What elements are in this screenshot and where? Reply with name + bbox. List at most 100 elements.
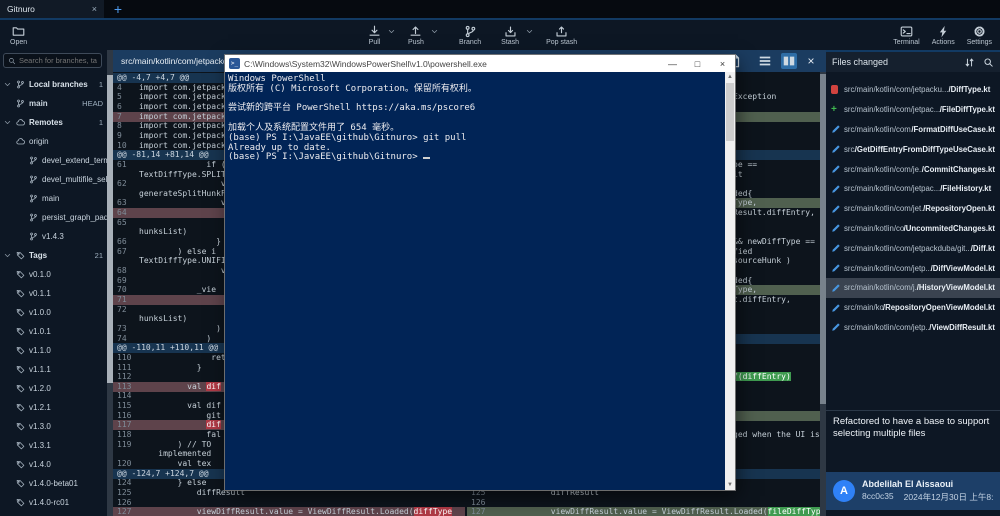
- powershell-scrollbar-thumb[interactable]: [726, 83, 734, 141]
- sidebar-item-label: v1.1.1: [29, 365, 107, 374]
- tag-icon: [16, 403, 25, 412]
- sidebar-item-persist-graph-padding[interactable]: persist_graph_padding: [0, 208, 107, 227]
- sidebar-item-v0-1-1[interactable]: v0.1.1: [0, 284, 107, 303]
- sort-icon[interactable]: [964, 57, 975, 68]
- line-number: 8: [113, 121, 139, 131]
- settings-label: Settings: [967, 39, 992, 46]
- sidebar-item-v1-1-0[interactable]: v1.1.0: [0, 341, 107, 360]
- file-row-filedifftype-kt[interactable]: +src/main/kotlin/com/jetpac.../FileDiffT…: [826, 100, 1000, 120]
- actions-label: Actions: [932, 39, 955, 46]
- file-name: /UncommitedChanges.kt: [904, 224, 995, 233]
- file-row-repositoryopenviewmodel-kt[interactable]: src/main/ko.../RepositoryOpenViewModel.k…: [826, 298, 1000, 318]
- search-icon[interactable]: [983, 57, 994, 68]
- deleted-status-icon: [831, 84, 844, 95]
- powershell-scrollbar[interactable]: ▲ ▼: [725, 72, 735, 490]
- sidebar-item-v1-4-0-rc01[interactable]: v1.4.0-rc01: [0, 493, 107, 512]
- branch-search-box[interactable]: [3, 53, 102, 68]
- sidebar-item-v1-2-1[interactable]: v1.2.1: [0, 398, 107, 417]
- added-status-icon: +: [831, 104, 844, 115]
- close-diff-button[interactable]: ×: [803, 53, 819, 69]
- scroll-up-icon[interactable]: ▲: [725, 72, 735, 82]
- sidebar-item-origin[interactable]: origin: [0, 132, 107, 151]
- actions-button[interactable]: Actions: [932, 25, 955, 46]
- sidebar-item-v1-1-1[interactable]: v1.1.1: [0, 360, 107, 379]
- file-row-uncommitedchanges-kt[interactable]: src/main/kotlin/co.../UncommitedChanges.…: [826, 219, 1000, 239]
- split-view-button[interactable]: [781, 53, 797, 69]
- powershell-title-bar[interactable]: >_ C:\Windows\System32\WindowsPowerShell…: [225, 55, 735, 72]
- pull-dropdown-button[interactable]: [387, 27, 396, 36]
- file-row-repositoryopen-kt[interactable]: src/main/kotlin/com/jet.../RepositoryOpe…: [826, 199, 1000, 219]
- sidebar-item-devel-extend-terminal[interactable]: devel_extend_terminal: [0, 151, 107, 170]
- tab-close-icon[interactable]: ×: [92, 4, 97, 14]
- sidebar-section-tags[interactable]: Tags21: [0, 246, 107, 265]
- line-number: 124: [113, 478, 139, 488]
- file-row-diff-kt[interactable]: src/main/kotlin/com/jetpackduba/git.../D…: [826, 238, 1000, 258]
- file-row-viewdiffresult-kt[interactable]: src/main/kotlin/com/jetp.../ViewDiffResu…: [826, 318, 1000, 338]
- diff-line: 126: [113, 498, 465, 508]
- branch-search-input[interactable]: [19, 56, 97, 65]
- file-row-commitchanges-kt[interactable]: src/main/kotlin/com/je.../CommitChanges.…: [826, 159, 1000, 179]
- tag-icon: [16, 365, 25, 374]
- stash-dropdown-button[interactable]: [525, 27, 534, 36]
- sidebar-item-devel-multifile-selection[interactable]: devel_multifile_selection: [0, 170, 107, 189]
- diff-line: 127 viewDiffResult.value = ViewDiffResul…: [113, 507, 465, 516]
- sidebar-item-v0-1-0[interactable]: v0.1.0: [0, 265, 107, 284]
- file-path: src/main/kotlin/com/jetpac...: [844, 105, 940, 114]
- sidebar-section-remotes[interactable]: Remotes1: [0, 113, 107, 132]
- branch-icon: [16, 80, 25, 89]
- line-number: 72: [113, 305, 139, 315]
- sidebar-item-v1-4-1[interactable]: v1.4.1: [0, 512, 107, 516]
- pop-stash-button[interactable]: Pop stash: [546, 25, 577, 46]
- commit-hash: 8cc0c35: [862, 491, 894, 503]
- stash-icon: [504, 25, 517, 38]
- sidebar-item-v1-4-3[interactable]: v1.4.3: [0, 227, 107, 246]
- avatar: A: [833, 480, 855, 502]
- push-dropdown-button[interactable]: [430, 27, 439, 36]
- file-row-formatdiffusecase-kt[interactable]: src/main/kotlin/com.../FormatDiffUseCase…: [826, 120, 1000, 140]
- powershell-terminal[interactable]: Windows PowerShell版权所有 (C) Microsoft Cor…: [225, 72, 725, 490]
- maximize-button[interactable]: □: [685, 59, 710, 69]
- terminal-button[interactable]: Terminal: [893, 25, 919, 46]
- word-diff-highlight: f(diffEntry): [733, 372, 791, 381]
- push-button[interactable]: Push: [408, 25, 424, 46]
- tag-icon: [16, 251, 25, 260]
- pull-button[interactable]: Pull: [368, 25, 381, 46]
- minimize-button[interactable]: —: [660, 59, 685, 69]
- commit-author-bar[interactable]: A Abdelilah El Aissaoui 8cc0c35 2024年12月…: [826, 472, 1000, 510]
- sidebar-section-local-branches[interactable]: Local branches1: [0, 75, 107, 94]
- line-number: 67: [113, 247, 139, 257]
- sidebar-item-v1-0-1[interactable]: v1.0.1: [0, 322, 107, 341]
- line-number: 127: [467, 507, 493, 516]
- folder-open-icon: [12, 25, 25, 38]
- new-tab-button[interactable]: +: [110, 1, 126, 17]
- open-button[interactable]: Open: [10, 25, 27, 46]
- sidebar-item-v1-3-0[interactable]: v1.3.0: [0, 417, 107, 436]
- file-row-historyviewmodel-kt[interactable]: src/main/kotlin/com/j.../HistoryViewMode…: [826, 278, 1000, 298]
- sidebar-item-v1-3-1[interactable]: v1.3.1: [0, 436, 107, 455]
- line-number: 117: [113, 420, 139, 430]
- branch-button[interactable]: Branch: [459, 25, 481, 46]
- close-button[interactable]: ×: [710, 59, 735, 69]
- files-changed-title: Files changed: [832, 57, 956, 67]
- unified-view-button[interactable]: [757, 53, 773, 69]
- file-row-difftype-kt[interactable]: src/main/kotlin/com/jetpacku.../DiffType…: [826, 80, 1000, 100]
- file-row-filehistory-kt[interactable]: src/main/kotlin/com/jetpac.../FileHistor…: [826, 179, 1000, 199]
- line-number: 111: [113, 363, 139, 373]
- sidebar-item-v1-2-0[interactable]: v1.2.0: [0, 379, 107, 398]
- diff-file-path-tab[interactable]: src/main/kotlin/com/jetpackdu: [113, 50, 241, 72]
- sidebar-item-v1-4-0-beta01[interactable]: v1.4.0-beta01: [0, 474, 107, 493]
- tab-gitnuro[interactable]: Gitnuro ×: [0, 0, 104, 18]
- file-row-diffviewmodel-kt[interactable]: src/main/kotlin/com/jetp.../DiffViewMode…: [826, 258, 1000, 278]
- scroll-down-icon[interactable]: ▼: [725, 480, 735, 490]
- author-name: Abdelilah El Aissaoui: [862, 479, 993, 489]
- file-path: src/main/kotlin/com/jetpackduba/git...: [844, 244, 971, 253]
- sidebar-item-main[interactable]: mainHEAD: [0, 94, 107, 113]
- settings-button[interactable]: Settings: [967, 25, 992, 46]
- sidebar-item-v1-0-0[interactable]: v1.0.0: [0, 303, 107, 322]
- diff-line: 127 viewDiffResult.value = ViewDiffResul…: [467, 507, 820, 516]
- sidebar-item-v1-4-0[interactable]: v1.4.0: [0, 455, 107, 474]
- stash-button[interactable]: Stash: [501, 25, 519, 46]
- file-row-getdiffentryfromdifftypeusecase-kt[interactable]: src/.../GetDiffEntryFromDiffTypeUseCase.…: [826, 139, 1000, 159]
- sidebar-item-main[interactable]: main: [0, 189, 107, 208]
- powershell-window[interactable]: >_ C:\Windows\System32\WindowsPowerShell…: [225, 55, 735, 490]
